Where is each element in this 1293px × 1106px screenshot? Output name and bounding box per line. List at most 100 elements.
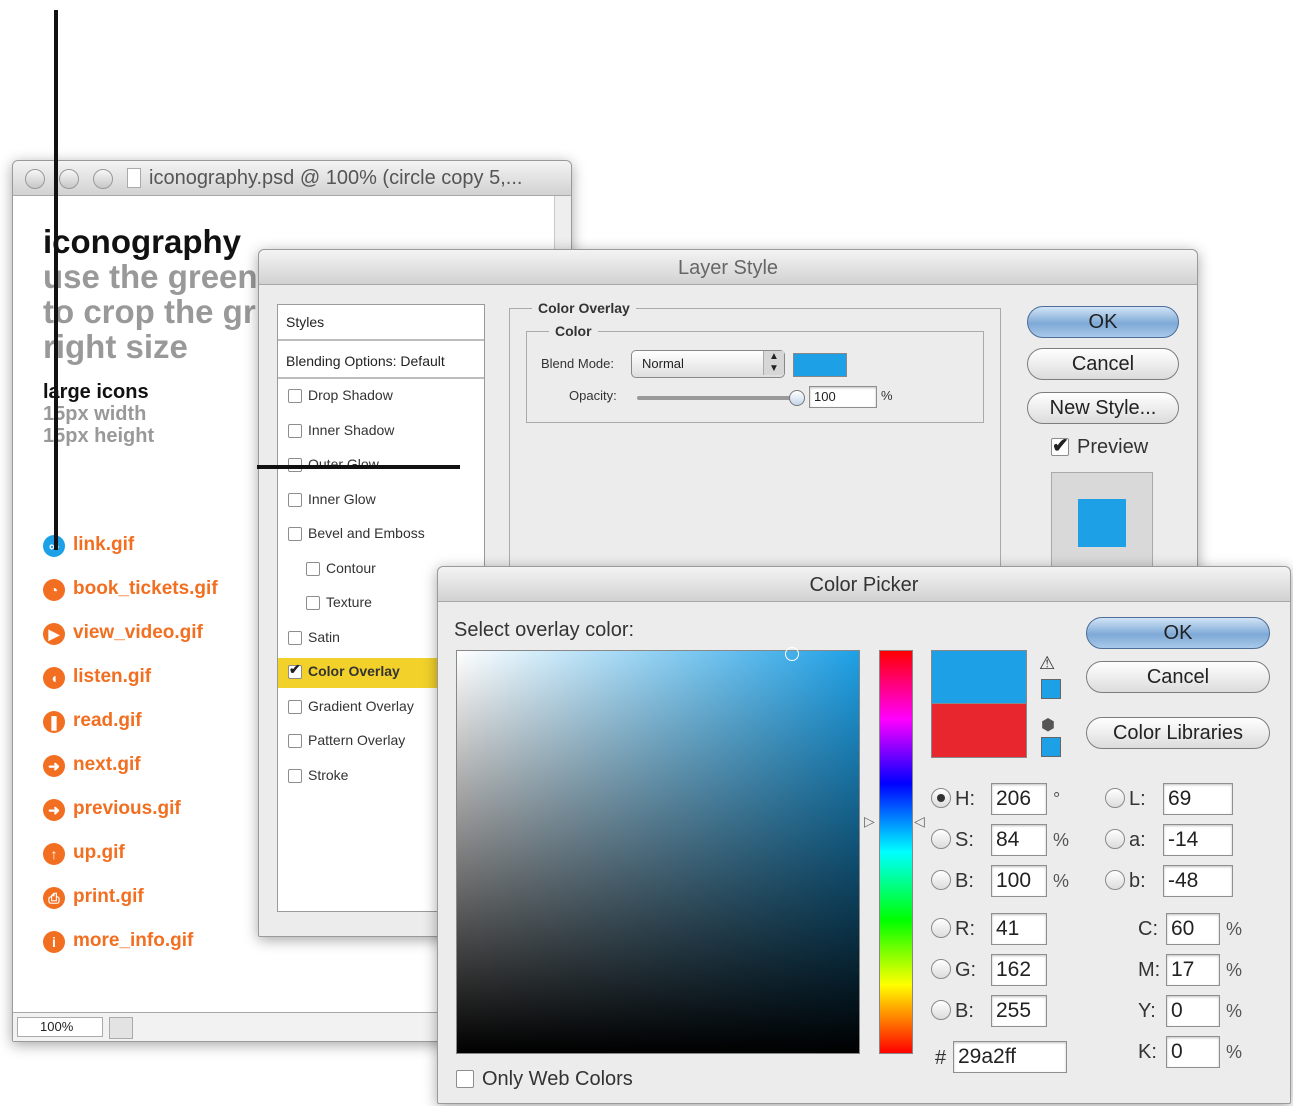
color-value-field[interactable]: 41 (991, 913, 1047, 945)
color-value-field[interactable]: 60 (1166, 913, 1220, 945)
close-window-icon[interactable] (25, 169, 45, 189)
color-value-unit: % (1053, 871, 1070, 891)
callout-line-horizontal (257, 465, 460, 469)
color-field[interactable] (456, 647, 860, 1054)
style-item-label: Stroke (308, 766, 349, 783)
icon-file-name: link.gif (73, 534, 135, 555)
document-proxy-icon (127, 168, 141, 188)
style-item-checkbox[interactable] (288, 527, 302, 541)
color-value-field[interactable]: -14 (1163, 824, 1233, 856)
opacity-slider-track[interactable] (637, 396, 797, 400)
only-web-colors-checkbox[interactable] (456, 1070, 474, 1088)
blend-mode-select[interactable]: Normal ▲ ▼ (631, 350, 785, 378)
circle-icon: ◖ (43, 667, 65, 689)
current-color-swatch[interactable] (931, 703, 1027, 758)
color-value-field[interactable]: 84 (991, 824, 1047, 856)
style-item-checkbox[interactable] (288, 734, 302, 748)
hue-slider[interactable] (879, 650, 913, 1054)
hue-slider-right-arrow-icon[interactable]: ◁ (914, 813, 925, 830)
color-value-field[interactable]: 17 (1166, 954, 1220, 986)
new-color-swatch (931, 650, 1027, 704)
style-item-label: Satin (308, 628, 340, 645)
style-item-checkbox[interactable] (306, 561, 320, 576)
new-style-button[interactable]: New Style... (1027, 392, 1179, 424)
color-picker-ok-button[interactable]: OK (1086, 617, 1270, 649)
document-title: iconography.psd @ 100% (circle copy 5,..… (149, 167, 523, 189)
color-picker-titlebar: Color Picker (438, 567, 1290, 602)
style-item-checkbox[interactable] (288, 389, 302, 403)
opacity-field[interactable]: 100 (809, 386, 877, 408)
color-field-cursor[interactable] (785, 647, 799, 661)
color-overlay-group: Color Overlay Color Blend Mode: Normal ▲… (509, 300, 1001, 569)
canvas-subtitle-line-1: use the green (43, 258, 258, 295)
style-item-label: Drop Shadow (308, 387, 393, 403)
color-value-field[interactable]: 69 (1163, 783, 1233, 815)
preview-checkbox[interactable]: ✔ (1051, 435, 1069, 457)
style-item-checkbox[interactable]: ✔ (288, 661, 302, 679)
color-value-unit: ° (1053, 789, 1061, 809)
color-mode-radio[interactable] (931, 959, 951, 979)
color-value-label: C: (1138, 918, 1158, 940)
web-safe-cube-icon[interactable]: ⬢ (1041, 715, 1055, 735)
color-value-label: B: (955, 1000, 974, 1022)
color-mode-radio[interactable] (931, 1000, 951, 1020)
color-value-label: b: (1129, 870, 1146, 892)
color-value-field[interactable]: -48 (1163, 865, 1233, 897)
blending-options-item[interactable]: Blending Options: Default (278, 345, 484, 379)
gamut-warning-icon[interactable]: ⚠ (1039, 653, 1055, 674)
color-value-label: B: (955, 870, 974, 892)
web-safe-swatch[interactable] (1041, 737, 1061, 757)
color-mode-radio[interactable] (931, 918, 951, 938)
color-mode-radio[interactable] (931, 870, 951, 890)
gamut-swatch[interactable] (1041, 679, 1061, 699)
color-value-unit: % (1226, 1001, 1243, 1021)
color-value-label: G: (955, 959, 977, 981)
preview-box (1051, 472, 1153, 574)
style-item-checkbox[interactable] (288, 630, 302, 645)
color-mode-radio[interactable] (1105, 829, 1125, 849)
circle-icon: ⎙ (43, 887, 65, 909)
document-titlebar: iconography.psd @ 100% (circle copy 5,..… (13, 161, 571, 196)
color-mode-radio[interactable] (1105, 870, 1125, 890)
color-mode-radio[interactable] (931, 829, 951, 849)
style-item-checkbox[interactable] (288, 423, 302, 438)
color-libraries-button[interactable]: Color Libraries (1086, 717, 1270, 749)
color-value-field[interactable]: 0 (1166, 1036, 1220, 1068)
color-mode-radio[interactable] (1105, 788, 1125, 808)
color-value-unit: % (1226, 919, 1243, 939)
color-value-label: Y: (1138, 1000, 1156, 1022)
color-picker-cancel-button[interactable]: Cancel (1086, 661, 1270, 693)
color-mode-radio[interactable] (931, 788, 951, 808)
zoom-window-icon[interactable] (93, 169, 113, 189)
color-subgroup-title: Color (549, 323, 598, 339)
styles-header[interactable]: Styles (278, 305, 484, 341)
style-item-checkbox[interactable] (288, 699, 302, 714)
minimize-window-icon[interactable] (59, 169, 79, 189)
color-picker-dialog: Color Picker Select overlay color: ▷ ◁ ⚠… (437, 566, 1291, 1104)
style-item-checkbox[interactable] (306, 596, 320, 610)
color-value-field[interactable]: 255 (991, 995, 1047, 1027)
blend-mode-label: Blend Mode: (541, 356, 614, 371)
hex-field[interactable]: 29a2ff (953, 1041, 1067, 1073)
icon-file-name: book_tickets.gif (73, 578, 218, 599)
hue-slider-left-arrow-icon[interactable]: ▷ (864, 813, 875, 830)
icon-file-name: previous.gif (73, 798, 181, 819)
color-value-field[interactable]: 0 (1166, 995, 1220, 1027)
style-item-checkbox[interactable] (288, 768, 302, 783)
circle-icon: ➜ (43, 755, 65, 777)
color-value-label: L: (1129, 788, 1146, 810)
icon-file-name: next.gif (73, 754, 141, 775)
layer-style-cancel-button[interactable]: Cancel (1027, 348, 1179, 380)
color-value-field[interactable]: 162 (991, 954, 1047, 986)
status-info-icon[interactable] (109, 1017, 133, 1039)
color-value-field[interactable]: 206 (991, 783, 1047, 815)
overlay-color-swatch[interactable] (793, 353, 847, 377)
layer-style-ok-button[interactable]: OK (1027, 306, 1179, 338)
style-item-checkbox[interactable] (288, 492, 302, 507)
color-overlay-group-title: Color Overlay (532, 300, 636, 316)
opacity-slider-thumb[interactable] (789, 390, 805, 406)
color-value-label: S: (955, 829, 974, 851)
zoom-level[interactable]: 100% (17, 1017, 103, 1037)
color-value-field[interactable]: 100 (991, 865, 1047, 897)
checkmark-icon: ✔ (1052, 435, 1069, 457)
